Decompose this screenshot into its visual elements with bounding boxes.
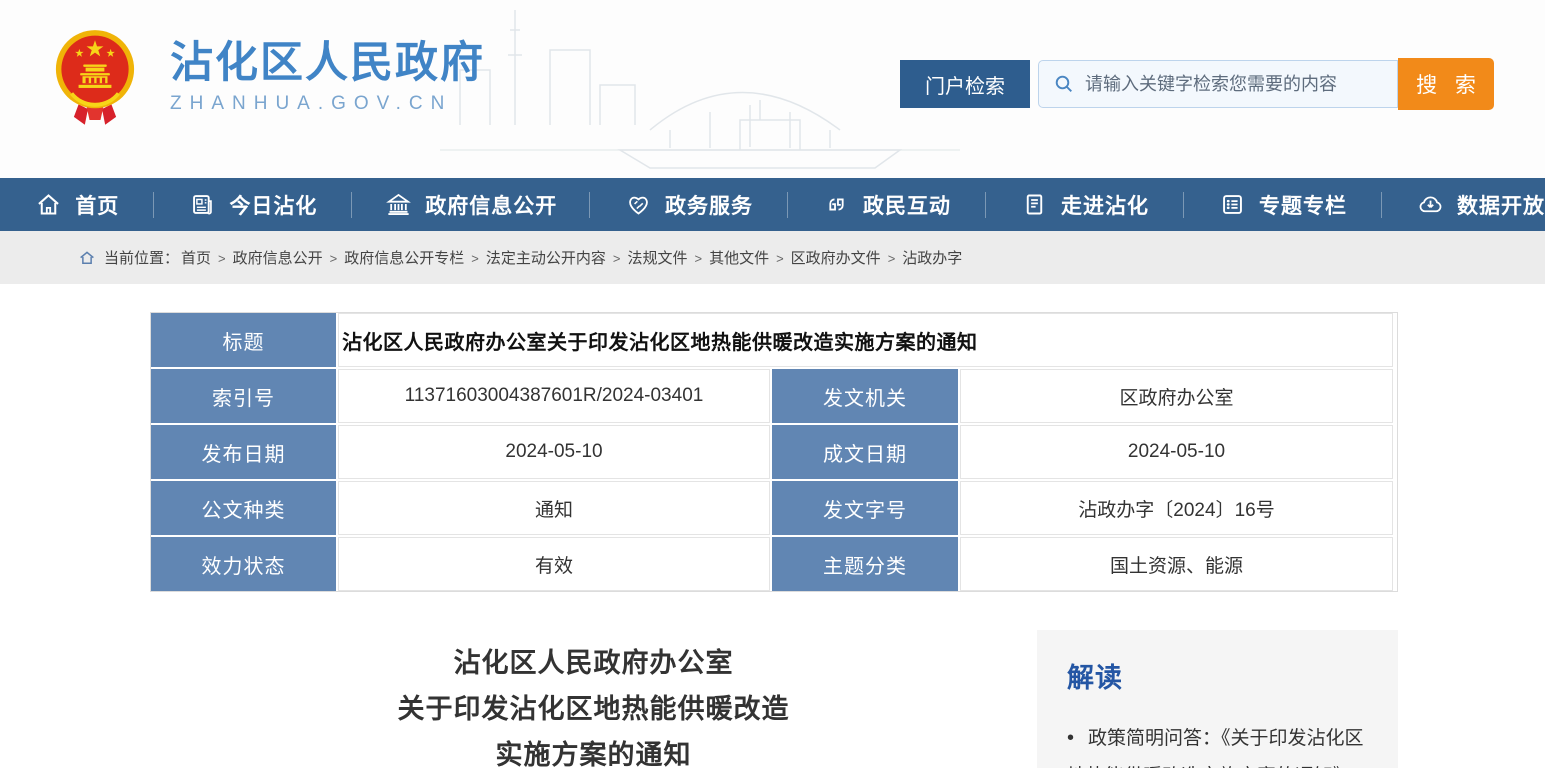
breadcrumb-prefix: 当前位置： [104,247,179,268]
page: 沾化区人民政府 ZHANHUA.GOV.CN 门户检索 搜 索 首页 [0,0,1545,768]
document-title-line: 关于印发沾化区地热能供暖改造 [150,686,1037,732]
meta-label-document-number: 发文字号 [772,481,958,535]
main-nav: 首页 今日沾化 政府信息公开 政务服务 政民互动 走进沾化 [0,178,1545,231]
document-metadata-table: 标题 沾化区人民政府办公室关于印发沾化区地热能供暖改造实施方案的通知 索引号 1… [150,312,1398,592]
document-icon [1021,191,1048,218]
handshake-heart-icon [625,191,652,218]
breadcrumb-current: 沾政办字 [902,247,962,268]
meta-label-written-date: 成文日期 [772,425,958,479]
nav-label: 今日沾化 [229,190,317,220]
nav-label: 政府信息公开 [425,190,557,220]
meta-value-index-number: 11371603004387601R/2024-03401 [338,369,770,423]
meta-value-publish-date: 2024-05-10 [338,425,770,479]
bottom-section: 沾化区人民政府办公室 关于印发沾化区地热能供暖改造 实施方案的通知 解读 政策简… [150,630,1398,768]
breadcrumb-home-icon [78,249,96,267]
breadcrumb-link-gov-info[interactable]: 政府信息公开 [233,247,345,268]
search-icon [1052,72,1076,96]
nav-label: 专题专栏 [1259,190,1347,220]
meta-value-subject-category: 国土资源、能源 [960,537,1393,591]
search-submit-button[interactable]: 搜 索 [1398,58,1494,110]
nav-label: 首页 [75,190,119,220]
nav-label: 数据开放 [1457,190,1545,220]
meta-value-title: 沾化区人民政府办公室关于印发沾化区地热能供暖改造实施方案的通知 [338,313,1393,367]
document-title-line: 沾化区人民政府办公室 [150,640,1037,686]
nav-item-today-zhanhua[interactable]: 今日沾化 [154,178,352,231]
site-domain: ZHANHUA.GOV.CN [170,93,485,115]
meta-label-validity-status: 效力状态 [151,537,336,591]
interpretation-link[interactable]: 政策简明问答：《关于印发沾化区地热能供暖改造实施方案的通知》解读 [1067,719,1368,768]
list-icon [1219,191,1246,218]
meta-label-document-type: 公文种类 [151,481,336,535]
meta-value-written-date: 2024-05-10 [960,425,1393,479]
site-name: 沾化区人民政府 [170,39,485,87]
breadcrumb-link-statutory-disclosure[interactable]: 法定主动公开内容 [486,247,628,268]
search-box [1038,60,1398,108]
meta-label-publish-date: 发布日期 [151,425,336,479]
document-title: 沾化区人民政府办公室 关于印发沾化区地热能供暖改造 实施方案的通知 [150,630,1037,768]
main-content: 标题 沾化区人民政府办公室关于印发沾化区地热能供暖改造实施方案的通知 索引号 1… [150,312,1398,768]
meta-value-validity-status: 有效 [338,537,770,591]
newspaper-icon [189,191,216,218]
nav-item-into-zhanhua[interactable]: 走进沾化 [986,178,1184,231]
cloud-download-icon [1417,191,1444,218]
portal-search-button[interactable]: 门户检索 [900,60,1030,108]
breadcrumb: 当前位置： 首页 政府信息公开 政府信息公开专栏 法定主动公开内容 法规文件 其… [0,231,1545,284]
nav-label: 政务服务 [665,190,753,220]
meta-label-index-number: 索引号 [151,369,336,423]
nav-item-gov-services[interactable]: 政务服务 [590,178,788,231]
breadcrumb-link-other-files[interactable]: 其他文件 [709,247,791,268]
meta-value-issuing-agency: 区政府办公室 [960,369,1393,423]
meta-value-document-type: 通知 [338,481,770,535]
search-zone: 门户检索 搜 索 [900,58,1494,110]
site-logo-brand[interactable]: 沾化区人民政府 ZHANHUA.GOV.CN [52,26,485,128]
search-input[interactable] [1038,60,1398,108]
nav-label: 走进沾化 [1061,190,1149,220]
document-title-line: 实施方案的通知 [150,732,1037,768]
nav-label: 政民互动 [863,190,951,220]
interpretation-panel: 解读 政策简明问答：《关于印发沾化区地热能供暖改造实施方案的通知》解读 [1037,630,1398,768]
nav-item-home[interactable]: 首页 [0,178,154,231]
meta-label-subject-category: 主题分类 [772,537,958,591]
nav-item-open-data[interactable]: 数据开放 [1382,178,1545,231]
header-cityscape-sketch [440,0,960,178]
interpretation-heading: 解读 [1067,656,1368,695]
chat-quotes-icon [823,191,850,218]
national-emblem-logo [52,26,138,128]
breadcrumb-link-home[interactable]: 首页 [181,247,233,268]
meta-label-title: 标题 [151,313,336,367]
brand-text: 沾化区人民政府 ZHANHUA.GOV.CN [170,39,485,115]
meta-label-issuing-agency: 发文机关 [772,369,958,423]
breadcrumb-link-gov-info-column[interactable]: 政府信息公开专栏 [344,247,486,268]
government-building-icon [385,191,412,218]
site-header: 沾化区人民政府 ZHANHUA.GOV.CN 门户检索 搜 索 [0,0,1545,178]
home-icon [35,191,62,218]
nav-item-public-interaction[interactable]: 政民互动 [788,178,986,231]
meta-value-document-number: 沾政办字〔2024〕16号 [960,481,1393,535]
breadcrumb-link-district-office-files[interactable]: 区政府办文件 [791,247,903,268]
breadcrumb-link-regulations[interactable]: 法规文件 [627,247,709,268]
nav-item-gov-info-disclosure[interactable]: 政府信息公开 [352,178,590,231]
nav-item-special-topics[interactable]: 专题专栏 [1184,178,1382,231]
